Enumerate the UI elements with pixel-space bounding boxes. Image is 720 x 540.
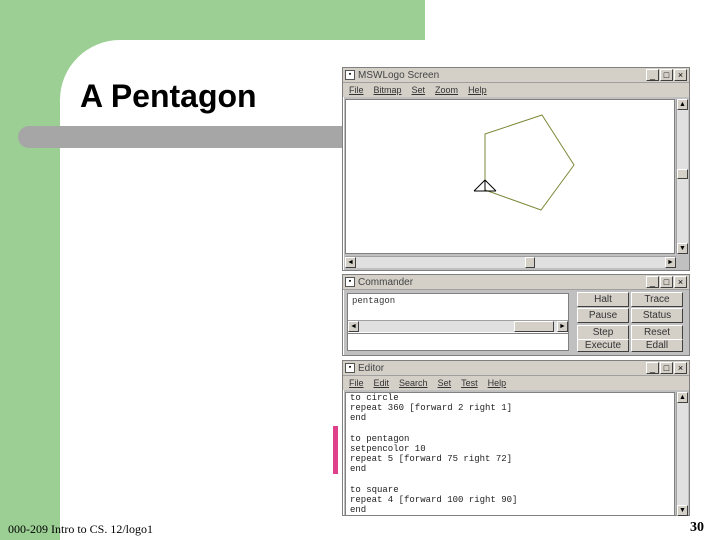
- menu-zoom[interactable]: Zoom: [435, 85, 458, 95]
- code-line: repeat 4 [forward 100 right 90]: [350, 494, 518, 505]
- command-input[interactable]: [347, 333, 569, 351]
- menu-file[interactable]: File: [349, 85, 364, 95]
- scroll-thumb[interactable]: [514, 321, 554, 332]
- minimize-button[interactable]: _: [646, 69, 659, 81]
- code-line: end: [350, 413, 367, 424]
- menu-help[interactable]: Help: [468, 85, 487, 95]
- logo-screen-titlebar[interactable]: ▪ MSWLogo Screen _ □ ×: [343, 68, 689, 83]
- scroll-right-arrow-icon[interactable]: ►: [557, 321, 568, 332]
- menu-file[interactable]: File: [349, 378, 364, 388]
- halt-button[interactable]: Halt: [577, 292, 629, 307]
- editor-window: ▪ Editor _ □ × File Edit Search Set Test…: [342, 360, 690, 516]
- edall-button[interactable]: Edall: [631, 339, 683, 352]
- code-line: end: [350, 505, 367, 516]
- step-button[interactable]: Step: [577, 325, 629, 340]
- pause-button[interactable]: Pause: [577, 308, 629, 323]
- editor-titlebar[interactable]: ▪ Editor _ □ ×: [343, 361, 689, 376]
- scroll-right-arrow-icon[interactable]: ►: [665, 257, 676, 268]
- editor-menubar: File Edit Search Set Test Help: [343, 376, 689, 390]
- code-line: setpencolor 10: [350, 443, 426, 454]
- code-line: to pentagon: [350, 433, 410, 444]
- scroll-up-arrow-icon[interactable]: ▲: [677, 392, 688, 403]
- scroll-thumb[interactable]: [525, 257, 535, 268]
- pentagon-drawing: [473, 114, 575, 211]
- title-underline-bar: [18, 126, 358, 148]
- accent-mark: [333, 426, 338, 474]
- menu-search[interactable]: Search: [399, 378, 428, 388]
- page-number: 30: [690, 520, 704, 535]
- close-button[interactable]: ×: [674, 362, 687, 374]
- scroll-left-arrow-icon[interactable]: ◄: [348, 321, 359, 332]
- window-title: Editor: [358, 362, 385, 374]
- scroll-up-arrow-icon[interactable]: ▲: [677, 99, 688, 110]
- menu-bitmap[interactable]: Bitmap: [374, 85, 402, 95]
- window-title: Commander: [358, 276, 414, 288]
- menu-set[interactable]: Set: [412, 85, 426, 95]
- minimize-button[interactable]: _: [646, 362, 659, 374]
- menu-set[interactable]: Set: [438, 378, 452, 388]
- canvas-horizontal-scrollbar[interactable]: ◄ ►: [345, 256, 676, 268]
- app-icon: ▪: [345, 277, 355, 287]
- close-button[interactable]: ×: [674, 276, 687, 288]
- commander-window: ▪ Commander _ □ × pentagon ◄ ► Halt Trac…: [342, 274, 690, 356]
- pentagon-shape: [484, 114, 575, 211]
- app-icon: ▪: [345, 363, 355, 373]
- editor-text-area[interactable]: to circle repeat 360 [forward 2 right 1]…: [345, 392, 675, 516]
- editor-vertical-scrollbar[interactable]: ▲ ▼: [676, 392, 688, 516]
- code-line: repeat 5 [forward 75 right 72]: [350, 454, 513, 465]
- trace-button[interactable]: Trace: [631, 292, 683, 307]
- scroll-left-arrow-icon[interactable]: ◄: [345, 257, 356, 268]
- menu-test[interactable]: Test: [461, 378, 478, 388]
- maximize-button[interactable]: □: [660, 69, 673, 81]
- scroll-down-arrow-icon[interactable]: ▼: [677, 505, 688, 516]
- reset-button[interactable]: Reset: [631, 325, 683, 340]
- turtle-icon: [473, 179, 497, 192]
- code-line: end: [350, 464, 367, 475]
- code-line: to circle: [350, 393, 399, 403]
- slide-footer: 000-209 Intro to CS. 12/logo1: [8, 522, 154, 536]
- drawing-canvas[interactable]: [345, 99, 675, 254]
- menu-edit[interactable]: Edit: [374, 378, 390, 388]
- code-line: repeat 360 [forward 2 right 1]: [350, 403, 513, 414]
- status-button[interactable]: Status: [631, 308, 683, 323]
- logo-menubar: File Bitmap Set Zoom Help: [343, 83, 689, 97]
- history-horizontal-scrollbar[interactable]: ◄ ►: [348, 320, 568, 332]
- menu-help[interactable]: Help: [488, 378, 507, 388]
- slide-title: A Pentagon: [80, 78, 257, 114]
- code-line: to square: [350, 484, 399, 495]
- commander-titlebar[interactable]: ▪ Commander _ □ ×: [343, 275, 689, 290]
- scroll-thumb[interactable]: [677, 169, 688, 179]
- maximize-button[interactable]: □: [660, 276, 673, 288]
- close-button[interactable]: ×: [674, 69, 687, 81]
- scroll-down-arrow-icon[interactable]: ▼: [677, 243, 688, 254]
- app-icon: ▪: [345, 70, 355, 80]
- minimize-button[interactable]: _: [646, 276, 659, 288]
- canvas-vertical-scrollbar[interactable]: ▲ ▼: [676, 99, 688, 254]
- window-title: MSWLogo Screen: [358, 69, 440, 81]
- maximize-button[interactable]: □: [660, 362, 673, 374]
- execute-button[interactable]: Execute: [577, 339, 629, 352]
- logo-screen-window: ▪ MSWLogo Screen _ □ × File Bitmap Set Z…: [342, 67, 690, 271]
